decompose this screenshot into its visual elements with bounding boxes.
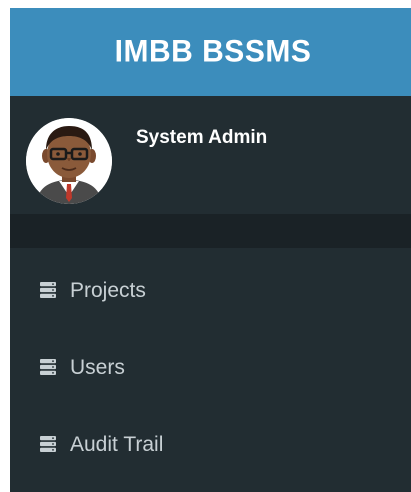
server-icon (39, 435, 57, 453)
user-avatar-icon (26, 118, 112, 204)
sidebar: IMBB BSSMS System Admin Projects Users A… (10, 8, 411, 492)
user-panel: System Admin (10, 96, 411, 214)
page-frame: IMBB BSSMS System Admin Projects Users A… (0, 0, 411, 492)
menu-header-bar (10, 214, 411, 248)
sidebar-menu: Projects Users Audit Trail (10, 252, 411, 483)
sidebar-item-label: Projects (70, 278, 146, 302)
user-name: System Admin (136, 127, 268, 148)
sidebar-item-label: Audit Trail (70, 432, 164, 456)
sidebar-item-audit-trail[interactable]: Audit Trail (10, 406, 411, 483)
sidebar-item-projects[interactable]: Projects (10, 252, 411, 329)
server-icon (39, 358, 57, 376)
server-icon (39, 281, 57, 299)
sidebar-item-label: Users (70, 355, 125, 379)
brand-title: IMBB BSSMS (114, 34, 312, 69)
avatar (26, 118, 112, 204)
sidebar-item-users[interactable]: Users (10, 329, 411, 406)
brand-header[interactable]: IMBB BSSMS (10, 8, 411, 96)
